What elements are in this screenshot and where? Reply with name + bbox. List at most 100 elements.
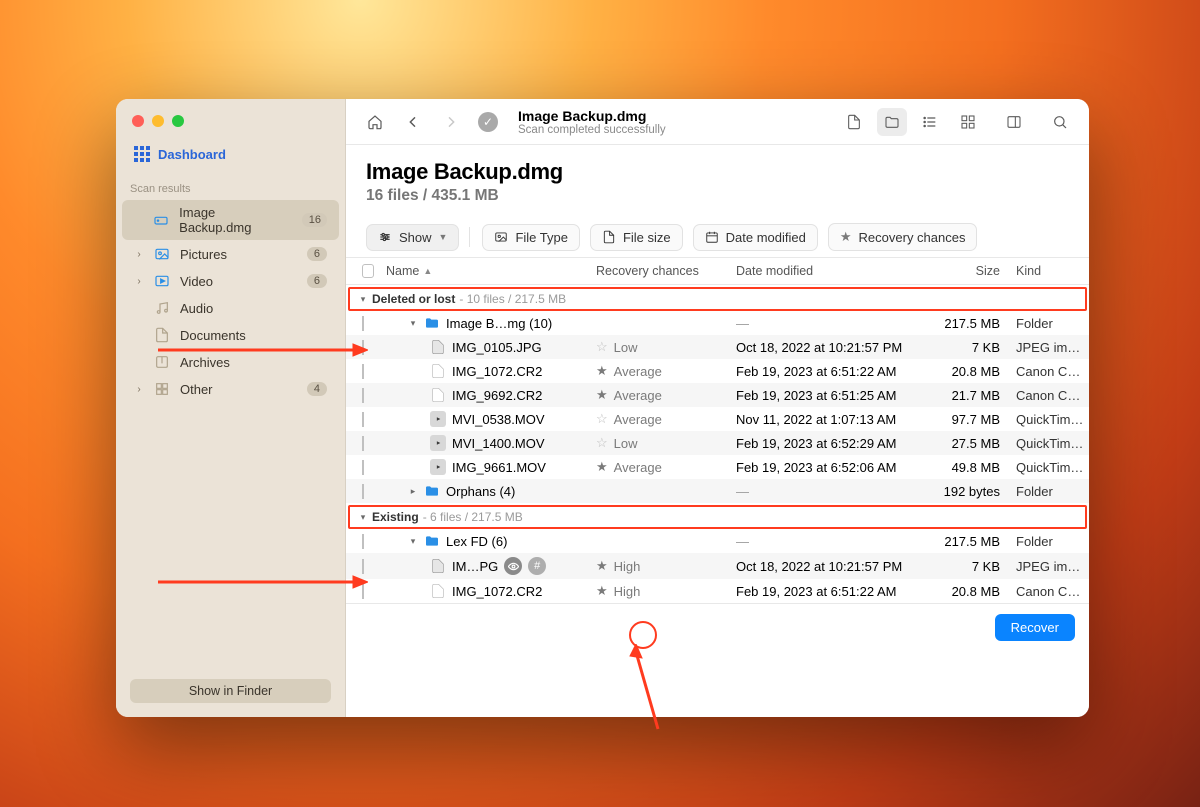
sidebar-item-other[interactable]: ›Other4 xyxy=(122,376,339,402)
show-in-finder-button[interactable]: Show in Finder xyxy=(130,679,331,703)
sidebar-item-label: Archives xyxy=(180,355,230,370)
col-name[interactable]: Name▲ xyxy=(380,264,590,278)
sidebar-section-label: Scan results xyxy=(116,173,345,199)
date-modified-cell: Nov 11, 2022 at 1:07:13 AM xyxy=(730,412,920,427)
folder-icon xyxy=(424,533,440,549)
table-row[interactable]: IMG_1072.CR2★AverageFeb 19, 2023 at 6:51… xyxy=(346,359,1089,383)
chevron-right-icon[interactable]: ▸ xyxy=(408,486,418,497)
view-list-button[interactable] xyxy=(915,108,945,136)
date-modified-cell: Oct 18, 2022 at 10:21:57 PM xyxy=(730,559,920,574)
sidebar-item-label: Audio xyxy=(180,301,213,316)
sidebar-item-image-backup-dmg[interactable]: Image Backup.dmg 16 xyxy=(122,200,339,240)
forward-button[interactable] xyxy=(436,108,466,136)
home-button[interactable] xyxy=(360,108,390,136)
table-row[interactable]: IMG_9692.CR2★AverageFeb 19, 2023 at 6:51… xyxy=(346,383,1089,407)
chevron-down-icon[interactable]: ▾ xyxy=(408,318,418,329)
row-checkbox[interactable] xyxy=(362,364,364,379)
jpeg-file-icon xyxy=(430,558,446,574)
col-recovery[interactable]: Recovery chances xyxy=(590,264,730,278)
sidebar-item-documents[interactable]: Documents xyxy=(122,322,339,348)
sidebar-item-badge: 16 xyxy=(302,213,327,227)
recovery-chance-label: Average xyxy=(614,364,662,379)
table-row[interactable]: ▸Orphans (4)—192 bytesFolder xyxy=(346,479,1089,503)
row-checkbox[interactable] xyxy=(362,460,364,475)
table-row[interactable]: ▾Lex FD (6)—217.5 MBFolder xyxy=(346,529,1089,553)
table-row[interactable]: MVI_0538.MOV☆AverageNov 11, 2022 at 1:07… xyxy=(346,407,1089,431)
file-name: MVI_0538.MOV xyxy=(452,412,545,427)
size-cell: 192 bytes xyxy=(920,484,1010,499)
file-name: Image B…mg (10) xyxy=(446,316,552,331)
recovery-chances-filter[interactable]: ★ Recovery chances xyxy=(828,223,978,251)
back-button[interactable] xyxy=(398,108,428,136)
file-size-filter[interactable]: File size xyxy=(590,224,683,251)
file-name: IMG_9692.CR2 xyxy=(452,388,542,403)
date-modified-cell: — xyxy=(730,484,920,499)
row-checkbox[interactable] xyxy=(362,412,364,427)
row-checkbox[interactable] xyxy=(362,484,364,499)
row-checkbox[interactable] xyxy=(362,559,364,574)
raw-file-icon xyxy=(430,387,446,403)
chevron-right-icon: › xyxy=(134,276,144,287)
section-header[interactable]: ▾ Existing - 6 files / 217.5 MB xyxy=(348,505,1087,529)
sidebar-item-badge: 6 xyxy=(307,274,327,288)
table-row[interactable]: ▾Image B…mg (10)—217.5 MBFolder xyxy=(346,311,1089,335)
show-filter-button[interactable]: Show ▼ xyxy=(366,224,459,251)
col-kind[interactable]: Kind xyxy=(1010,264,1089,278)
view-grid-button[interactable] xyxy=(953,108,983,136)
close-window-button[interactable] xyxy=(132,115,144,127)
select-all-checkbox[interactable] xyxy=(362,264,374,278)
toggle-preview-pane-button[interactable] xyxy=(999,108,1029,136)
minimize-window-button[interactable] xyxy=(152,115,164,127)
raw-file-icon xyxy=(430,363,446,379)
file-type-filter[interactable]: File Type xyxy=(482,224,580,251)
row-checkbox[interactable] xyxy=(362,584,364,599)
star-icon: ★ xyxy=(840,229,852,245)
table-row[interactable]: MVI_1400.MOV☆LowFeb 19, 2023 at 6:52:29 … xyxy=(346,431,1089,455)
row-checkbox[interactable] xyxy=(362,436,364,451)
view-folder-button[interactable] xyxy=(877,108,907,136)
dashboard-link[interactable]: Dashboard xyxy=(122,142,339,172)
row-checkbox[interactable] xyxy=(362,388,364,403)
kind-cell: QuickTim… xyxy=(1010,412,1089,427)
date-modified-cell: Oct 18, 2022 at 10:21:57 PM xyxy=(730,340,920,355)
date-modified-filter[interactable]: Date modified xyxy=(693,224,818,251)
size-cell: 97.7 MB xyxy=(920,412,1010,427)
table-row[interactable]: IM…PG #★HighOct 18, 2022 at 10:21:57 PM7… xyxy=(346,553,1089,579)
chevron-down-icon[interactable]: ▾ xyxy=(408,536,418,547)
file-name: MVI_1400.MOV xyxy=(452,436,545,451)
mov-file-icon xyxy=(430,459,446,475)
col-size[interactable]: Size xyxy=(920,264,1010,278)
section-header[interactable]: ▾ Deleted or lost - 10 files / 217.5 MB xyxy=(348,287,1087,311)
recovery-chance-label: Low xyxy=(614,340,638,355)
sidebar-item-badge: 6 xyxy=(307,247,327,261)
date-modified-cell: Feb 19, 2023 at 6:52:29 AM xyxy=(730,436,920,451)
size-cell: 7 KB xyxy=(920,559,1010,574)
sidebar-item-archives[interactable]: Archives xyxy=(122,349,339,375)
col-date[interactable]: Date modified xyxy=(730,264,920,278)
table-row[interactable]: IMG_0105.JPG☆LowOct 18, 2022 at 10:21:57… xyxy=(346,335,1089,359)
page-title: Image Backup.dmg xyxy=(366,159,1069,185)
scan-status-icon: ✓ xyxy=(478,112,498,132)
table-row[interactable]: IMG_9661.MOV★AverageFeb 19, 2023 at 6:52… xyxy=(346,455,1089,479)
doc-icon xyxy=(154,327,170,343)
row-checkbox[interactable] xyxy=(362,534,364,549)
sidebar-item-pictures[interactable]: ›Pictures6 xyxy=(122,241,339,267)
window-title-block: Image Backup.dmg Scan completed successf… xyxy=(518,108,666,136)
view-file-button[interactable] xyxy=(839,108,869,136)
size-cell: 217.5 MB xyxy=(920,316,1010,331)
recovery-chance-label: High xyxy=(614,559,641,574)
row-checkbox[interactable] xyxy=(362,316,364,331)
sidebar-item-video[interactable]: ›Video6 xyxy=(122,268,339,294)
recover-button[interactable]: Recover xyxy=(995,614,1075,641)
size-cell: 7 KB xyxy=(920,340,1010,355)
filter-bar: Show ▼ File Type File size Date modified… xyxy=(346,209,1089,257)
sidebar-item-audio[interactable]: Audio xyxy=(122,295,339,321)
sidebar-item-label: Image Backup.dmg xyxy=(179,205,282,235)
preview-icon[interactable] xyxy=(504,557,522,575)
oth-icon xyxy=(154,381,170,397)
zoom-window-button[interactable] xyxy=(172,115,184,127)
row-checkbox[interactable] xyxy=(362,340,364,355)
table-row[interactable]: IMG_1072.CR2★HighFeb 19, 2023 at 6:51:22… xyxy=(346,579,1089,603)
hex-icon[interactable]: # xyxy=(528,557,546,575)
search-button[interactable] xyxy=(1045,108,1075,136)
